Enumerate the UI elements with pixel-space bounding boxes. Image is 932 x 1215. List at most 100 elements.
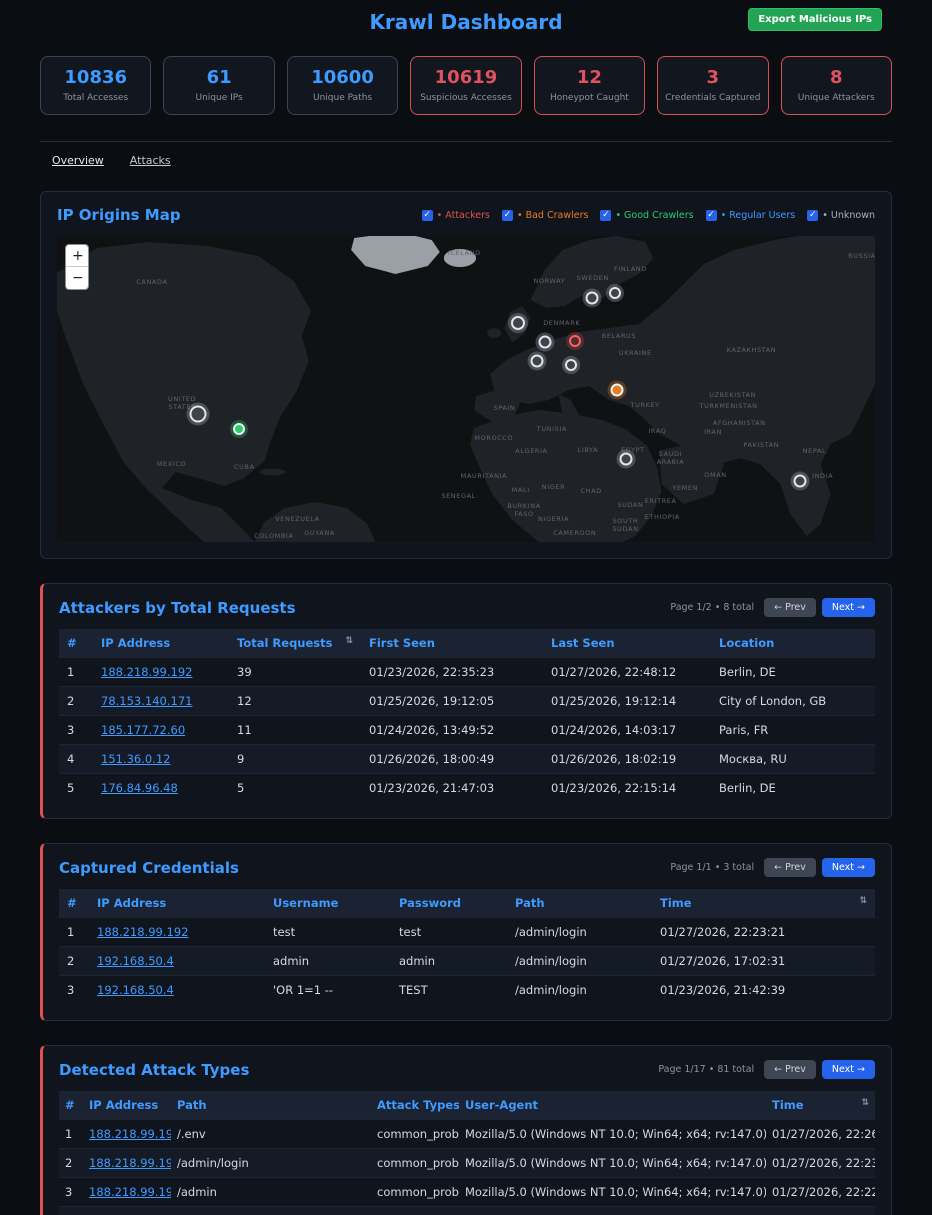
col-header-path[interactable]: Path xyxy=(171,1091,371,1120)
col-header-password[interactable]: Password xyxy=(391,889,507,918)
cell-last-seen: 01/26/2026, 18:02:19 xyxy=(543,745,711,774)
map-marker-unknown[interactable] xyxy=(531,354,544,367)
col-header-index[interactable]: # xyxy=(59,1091,83,1120)
cell-user-agent: Mozilla/5.0 (Windows NT 10.0; Win64; x64… xyxy=(459,1207,766,1215)
stat-value: 61 xyxy=(166,67,271,88)
map-marker-unknown[interactable] xyxy=(565,359,577,371)
map-marker-unknown[interactable] xyxy=(539,335,552,348)
next-button[interactable]: Next → xyxy=(822,1060,875,1079)
cell-first-seen: 01/23/2026, 21:47:03 xyxy=(361,774,543,803)
col-header-total-requests[interactable]: Total Requests ⇅ xyxy=(229,629,361,658)
legend-checkbox-good-crawlers[interactable]: ✓ xyxy=(600,210,611,221)
cell-location: Paris, FR xyxy=(711,716,875,745)
ip-link[interactable]: 192.168.50.4 xyxy=(97,954,174,968)
legend-label: • Attackers xyxy=(437,210,490,221)
col-header-ip-address[interactable]: IP Address xyxy=(83,1091,171,1120)
legend-checkbox-bad-crawlers[interactable]: ✓ xyxy=(502,210,513,221)
col-header-index[interactable]: # xyxy=(59,889,89,918)
col-header-last-seen[interactable]: Last Seen xyxy=(543,629,711,658)
next-button[interactable]: Next → xyxy=(822,858,875,877)
cell-path: /wp-admin/setup-config.php xyxy=(171,1207,371,1215)
ip-link[interactable]: 188.218.99.192 xyxy=(89,1127,171,1141)
attack-types-title: Detected Attack Types xyxy=(59,1061,249,1079)
col-header-label: Time xyxy=(772,1098,804,1112)
table-header-row: # IP Address Username Password Path Time… xyxy=(59,889,875,918)
zoom-out-button[interactable]: − xyxy=(66,267,88,289)
ip-link[interactable]: 192.168.50.4 xyxy=(97,983,174,997)
cell-attack-types: common_probes xyxy=(371,1120,459,1149)
col-header-time[interactable]: Time ⇅ xyxy=(652,889,875,918)
legend-checkbox-unknown[interactable]: ✓ xyxy=(807,210,818,221)
ip-link[interactable]: 176.84.96.48 xyxy=(101,781,178,795)
credentials-table: # IP Address Username Password Path Time… xyxy=(59,889,875,1004)
next-button[interactable]: Next → xyxy=(822,598,875,617)
ip-link[interactable]: 185.177.72.60 xyxy=(101,723,185,737)
cell-ip: 78.153.140.171 xyxy=(93,687,229,716)
cell-attack-types: common_probes xyxy=(371,1207,459,1215)
cell-index: 1 xyxy=(59,918,89,947)
cell-index: 4 xyxy=(59,1207,83,1215)
map-marker-unknown[interactable] xyxy=(585,292,598,305)
col-header-user-agent[interactable]: User-Agent xyxy=(459,1091,766,1120)
col-header-ip-address[interactable]: IP Address xyxy=(89,889,265,918)
col-header-attack-types[interactable]: Attack Types xyxy=(371,1091,459,1120)
prev-button[interactable]: ← Prev xyxy=(764,858,816,877)
col-header-label: Time xyxy=(660,896,692,910)
map-marker-unknown[interactable] xyxy=(511,316,525,330)
zoom-in-button[interactable]: + xyxy=(66,245,88,267)
ip-link[interactable]: 151.36.0.12 xyxy=(101,752,171,766)
prev-button[interactable]: ← Prev xyxy=(764,598,816,617)
map-marker-bad-crawler[interactable] xyxy=(611,383,624,396)
legend-checkbox-attackers[interactable]: ✓ xyxy=(422,210,433,221)
cell-first-seen: 01/25/2026, 19:12:05 xyxy=(361,687,543,716)
cell-first-seen: 01/23/2026, 22:35:23 xyxy=(361,658,543,687)
table-row: 3 185.177.72.60 11 01/24/2026, 13:49:52 … xyxy=(59,716,875,745)
ip-link[interactable]: 188.218.99.192 xyxy=(97,925,188,939)
legend-item-bad-crawlers: ✓ • Bad Crawlers xyxy=(502,210,588,221)
dashboard-page: Krawl Dashboard Export Malicious IPs 108… xyxy=(0,0,932,1215)
table-row: 3 192.168.50.4 'OR 1=1 -- TEST /admin/lo… xyxy=(59,976,875,1005)
cell-ip: 151.36.0.12 xyxy=(93,745,229,774)
map-zoom-control: + − xyxy=(65,244,89,290)
map-marker-unknown[interactable] xyxy=(793,475,806,488)
cell-ip: 176.84.96.48 xyxy=(93,774,229,803)
cell-path: /admin xyxy=(171,1178,371,1207)
col-header-path[interactable]: Path xyxy=(507,889,652,918)
cell-index: 4 xyxy=(59,745,93,774)
tab-overview[interactable]: Overview xyxy=(52,154,104,167)
map-marker-attacker[interactable] xyxy=(569,335,581,347)
cell-password: TEST xyxy=(391,976,507,1005)
col-header-time[interactable]: Time ⇅ xyxy=(766,1091,875,1120)
legend-label: • Unknown xyxy=(822,210,875,221)
page-info: Page 1/2 • 8 total xyxy=(670,602,754,613)
legend-checkbox-regular-users[interactable]: ✓ xyxy=(706,210,717,221)
col-header-index[interactable]: # xyxy=(59,629,93,658)
col-header-location[interactable]: Location xyxy=(711,629,875,658)
tab-attacks[interactable]: Attacks xyxy=(130,154,171,167)
ip-link[interactable]: 78.153.140.171 xyxy=(101,694,192,708)
ip-link[interactable]: 188.218.99.192 xyxy=(89,1185,171,1199)
table-row: 4 151.36.0.12 9 01/26/2026, 18:00:49 01/… xyxy=(59,745,875,774)
cell-time: 01/27/2026, 22:23:21 xyxy=(766,1149,875,1178)
cell-user-agent: Mozilla/5.0 (Windows NT 10.0; Win64; x64… xyxy=(459,1149,766,1178)
col-header-first-seen[interactable]: First Seen xyxy=(361,629,543,658)
cell-ip: 104.23.223.128 xyxy=(83,1207,171,1215)
stat-card-unique-ips: 61 Unique IPs xyxy=(163,56,274,115)
ip-link[interactable]: 188.218.99.192 xyxy=(89,1156,171,1170)
cell-time: 01/27/2026, 22:22:54 xyxy=(766,1178,875,1207)
map-marker-unknown[interactable] xyxy=(189,406,206,423)
export-malicious-ips-button[interactable]: Export Malicious IPs xyxy=(748,8,882,31)
map-marker-unknown[interactable] xyxy=(609,287,621,299)
col-header-ip-address[interactable]: IP Address xyxy=(93,629,229,658)
cell-location: Berlin, DE xyxy=(711,658,875,687)
legend-item-good-crawlers: ✓ • Good Crawlers xyxy=(600,210,693,221)
map-marker-unknown[interactable] xyxy=(619,453,632,466)
stat-value: 12 xyxy=(537,67,642,88)
attackers-pager: Page 1/2 • 8 total ← Prev Next → xyxy=(670,598,875,617)
col-header-username[interactable]: Username xyxy=(265,889,391,918)
stat-label: Unique Paths xyxy=(290,93,395,103)
ip-link[interactable]: 188.218.99.192 xyxy=(101,665,192,679)
world-map[interactable]: CANADAICELANDNORWAYSWEDENFINLANDRUSSIAUN… xyxy=(57,236,875,542)
prev-button[interactable]: ← Prev xyxy=(764,1060,816,1079)
map-marker-good-crawler[interactable] xyxy=(233,423,245,435)
